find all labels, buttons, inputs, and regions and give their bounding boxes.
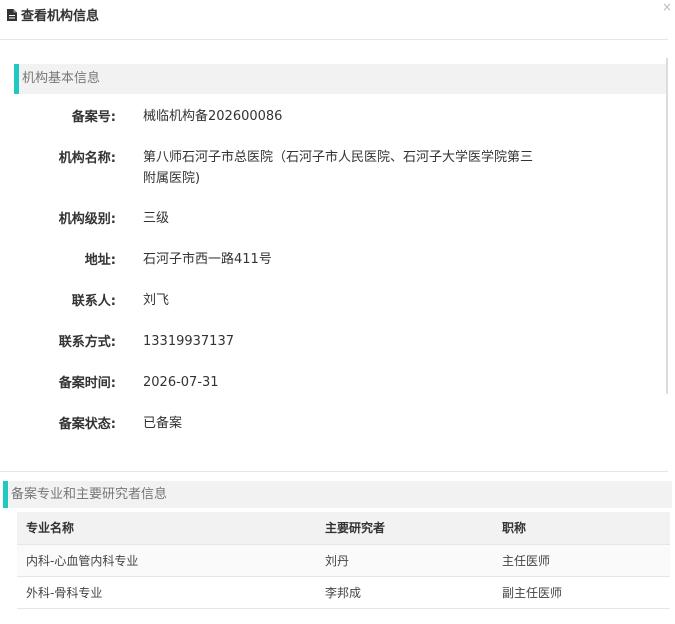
field-label: 联系方式: <box>58 335 116 350</box>
column-header-investigator: 主要研究者 <box>316 512 493 545</box>
dialog-title-text: 查看机构信息 <box>21 9 100 24</box>
section-basic-info: 机构基本信息 <box>14 64 666 94</box>
field-value: 刘飞 <box>143 293 170 308</box>
section-divider <box>0 471 668 472</box>
specialty-table: 专业名称 主要研究者 职称 内科-心血管内科专业 刘丹 主任医师 外科-骨科专业… <box>17 512 670 609</box>
table-row: 内科-心血管内科专业 刘丹 主任医师 <box>17 544 670 577</box>
table-header-row: 专业名称 主要研究者 职称 <box>17 512 670 545</box>
section-specialty-info: 备案专业和主要研究者信息 <box>3 481 672 508</box>
dialog-title: 查看机构信息 <box>7 5 99 24</box>
field-label: 机构级别: <box>58 212 116 227</box>
column-header-specialty: 专业名称 <box>17 512 316 545</box>
field-label: 备案号: <box>71 110 116 125</box>
field-label: 联系人: <box>71 294 116 309</box>
cell-specialty: 内科-心血管内科专业 <box>17 544 316 577</box>
field-value: 13319937137 <box>143 334 234 349</box>
document-icon <box>7 8 17 21</box>
cell-investigator: 李邦成 <box>316 576 493 609</box>
field-label: 备案时间: <box>58 376 116 391</box>
dialog-header: 查看机构信息 × <box>0 0 672 40</box>
field-value: 已备案 <box>143 416 183 431</box>
cell-title: 主任医师 <box>493 544 670 577</box>
table-row: 外科-骨科专业 李邦成 副主任医师 <box>17 576 670 609</box>
field-value: 械临机构备202600086 <box>143 109 283 124</box>
cell-investigator: 刘丹 <box>316 544 493 577</box>
field-label: 地址: <box>84 253 116 268</box>
field-value: 石河子市西一路411号 <box>143 252 272 267</box>
close-icon[interactable]: × <box>662 0 672 14</box>
field-label: 机构名称: <box>58 151 116 166</box>
cell-title: 副主任医师 <box>493 576 670 609</box>
field-value: 第八师石河子市总医院（石河子市人民医院、石河子大学医学院第三附属医院) <box>143 150 534 186</box>
scrollbar[interactable] <box>666 58 668 394</box>
column-header-title: 职称 <box>493 512 670 545</box>
field-value: 三级 <box>143 211 170 226</box>
field-label: 备案状态: <box>58 417 116 432</box>
field-value: 2026-07-31 <box>143 375 219 390</box>
cell-specialty: 外科-骨科专业 <box>17 576 316 609</box>
